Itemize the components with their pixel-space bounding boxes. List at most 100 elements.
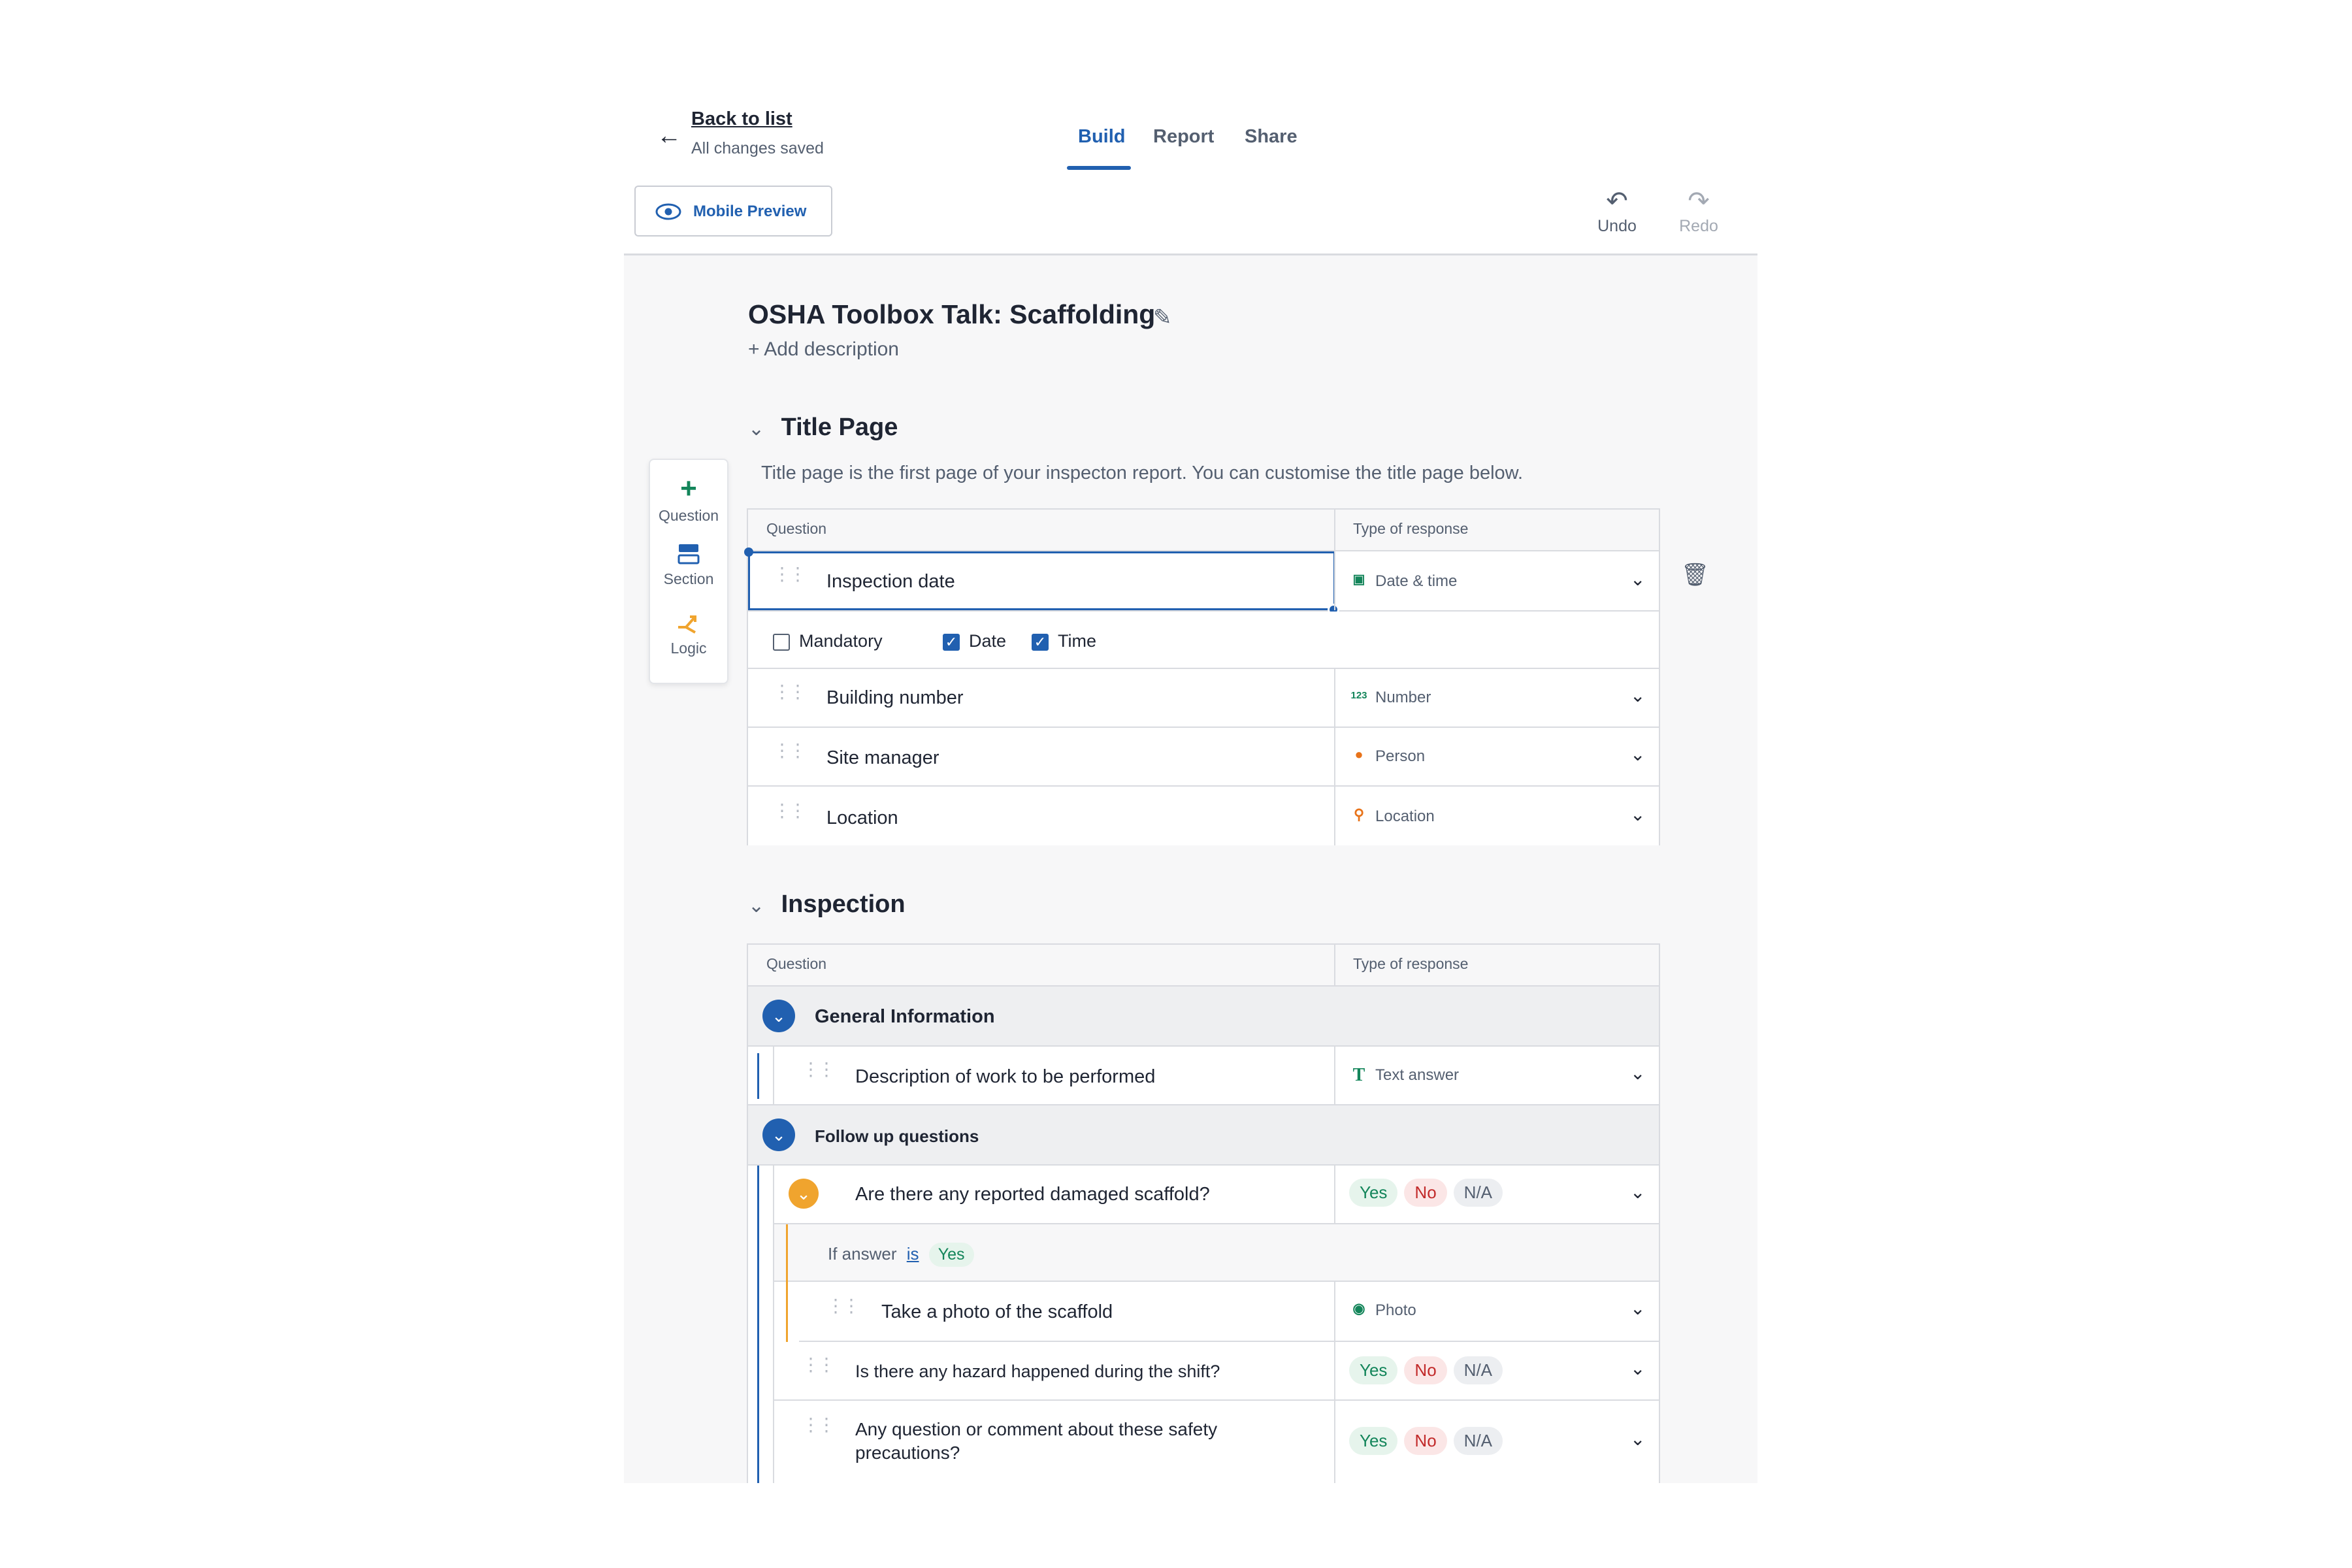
response-type[interactable]: Date & time (1375, 572, 1457, 591)
chip-yes: Yes (1349, 1179, 1398, 1207)
collapse-circle-icon[interactable]: ⌄ (762, 1000, 795, 1032)
add-section-tool[interactable]: Section (650, 542, 727, 588)
col-response: Type of response (1353, 520, 1469, 537)
chevron-down-icon[interactable]: ⌄ (748, 894, 774, 917)
response-chips[interactable]: Yes No N/A (1349, 1179, 1509, 1207)
back-arrow-icon[interactable]: ← (657, 123, 683, 149)
column-divider (1334, 1401, 1335, 1483)
app-window: ← Back to list All changes saved Build R… (624, 77, 1757, 1483)
time-option[interactable]: ✓ Time (1032, 631, 1096, 651)
question-text[interactable]: Location (826, 808, 898, 829)
mandatory-label: Mandatory (799, 631, 883, 651)
chevron-down-icon[interactable]: ⌄ (1630, 1358, 1645, 1379)
inspection-section-header[interactable]: ⌄ Inspection (748, 890, 906, 919)
drag-handle-icon[interactable]: ⋮⋮ (773, 742, 807, 766)
section-icon (678, 544, 700, 564)
text-answer-icon: T (1352, 1065, 1365, 1085)
logic-icon (678, 615, 696, 634)
chevron-down-icon[interactable]: ⌄ (1630, 568, 1645, 590)
subsection-title[interactable]: Follow up questions (815, 1126, 979, 1147)
tab-build[interactable]: Build (1078, 126, 1126, 148)
chip-yes: Yes (1349, 1356, 1398, 1384)
table-row[interactable]: ⋮⋮ Building number 123 Number ⌄ (748, 669, 1659, 728)
drag-handle-icon[interactable]: ⋮⋮ (773, 683, 807, 707)
template-title[interactable]: OSHA Toolbox Talk: Scaffolding (748, 299, 1155, 330)
tab-share[interactable]: Share (1245, 126, 1298, 148)
chevron-down-icon[interactable]: ⌄ (1630, 685, 1645, 706)
table-row[interactable]: ⋮⋮ Site manager ● Person ⌄ (748, 728, 1659, 787)
question-text[interactable]: Description of work to be performed (855, 1066, 1155, 1088)
mandatory-checkbox[interactable] (773, 633, 790, 651)
response-type[interactable]: Photo (1375, 1301, 1416, 1320)
trash-icon[interactable]: 🗑 (1681, 562, 1709, 588)
question-text[interactable]: Any question or comment about these safe… (855, 1418, 1217, 1465)
table-row[interactable]: ⋮⋮ Description of work to be performed T… (748, 1047, 1659, 1105)
question-options-row: Mandatory ✓ Date ✓ Time (748, 612, 1659, 669)
mandatory-option[interactable]: Mandatory (773, 631, 883, 651)
response-type[interactable]: Text answer (1375, 1066, 1459, 1085)
chevron-down-icon[interactable]: ⌄ (1630, 1298, 1645, 1319)
resize-handle[interactable] (744, 547, 753, 557)
add-description-link[interactable]: + Add description (748, 338, 899, 361)
edit-pencil-icon[interactable]: ✎ (1153, 304, 1172, 331)
response-type[interactable]: Person (1375, 747, 1425, 766)
redo-button[interactable]: ↷ Redo (1673, 188, 1725, 236)
mobile-preview-label: Mobile Preview (693, 203, 807, 220)
undo-button[interactable]: ↶ Undo (1591, 188, 1643, 236)
response-type[interactable]: Number (1375, 689, 1431, 707)
logic-operator[interactable]: is (907, 1244, 919, 1264)
table-row[interactable]: ⋮⋮ Any question or comment about these s… (774, 1401, 1659, 1483)
table-row[interactable]: ⋮⋮ Location ⚲ Location ⌄ (748, 787, 1659, 845)
table-row[interactable]: ⋮⋮ Is there any hazard happened during t… (774, 1342, 1659, 1401)
drag-handle-icon[interactable]: ⋮⋮ (802, 1356, 836, 1380)
subsection-title[interactable]: General Information (815, 1006, 995, 1028)
logic-value-chip[interactable]: Yes (928, 1243, 974, 1267)
question-line-2: precautions? (855, 1443, 960, 1463)
subsection-row[interactable]: ⌄ Follow up questions (748, 1105, 1659, 1166)
chevron-down-icon[interactable]: ⌄ (1630, 743, 1645, 765)
table-row[interactable]: ⋮⋮ Inspection date ▣ Date & time ⌄ (744, 547, 1659, 615)
drag-handle-icon[interactable]: ⋮⋮ (826, 1297, 860, 1321)
chip-no: No (1404, 1179, 1447, 1207)
date-checkbox[interactable]: ✓ (943, 633, 960, 651)
question-text[interactable]: Site manager (826, 747, 939, 769)
column-divider (1334, 1342, 1335, 1399)
title-page-section-header[interactable]: ⌄ Title Page (748, 414, 898, 442)
drag-handle-icon[interactable]: ⋮⋮ (773, 802, 807, 826)
table-row[interactable]: ⌄ Are there any reported damaged scaffol… (774, 1166, 1659, 1224)
question-text[interactable]: Inspection date (826, 571, 955, 593)
date-option[interactable]: ✓ Date (943, 631, 1006, 651)
response-chips[interactable]: Yes No N/A (1349, 1356, 1509, 1384)
redo-label: Redo (1679, 217, 1718, 235)
logic-prefix: If answer (828, 1244, 897, 1264)
question-text[interactable]: Building number (826, 687, 964, 709)
chevron-down-icon[interactable]: ⌄ (1630, 1428, 1645, 1450)
logic-expand-icon[interactable]: ⌄ (789, 1179, 819, 1209)
chevron-down-icon[interactable]: ⌄ (1630, 804, 1645, 825)
question-text[interactable]: Are there any reported damaged scaffold? (855, 1184, 1210, 1205)
add-question-tool[interactable]: + Question (650, 474, 727, 525)
col-question: Question (766, 955, 827, 972)
logic-condition-row[interactable]: If answer is Yes (774, 1224, 1659, 1342)
drag-handle-icon[interactable]: ⋮⋮ (802, 1416, 836, 1440)
mobile-preview-button[interactable]: Mobile Preview (634, 186, 832, 237)
time-checkbox[interactable]: ✓ (1032, 633, 1049, 651)
question-text[interactable]: Take a photo of the scaffold (881, 1301, 1113, 1323)
tab-report[interactable]: Report (1153, 126, 1214, 148)
chevron-down-icon[interactable]: ⌄ (1630, 1181, 1645, 1203)
subsection-row[interactable]: ⌄ General Information (748, 987, 1659, 1047)
chevron-down-icon[interactable]: ⌄ (1630, 1062, 1645, 1084)
drag-handle-icon[interactable]: ⋮⋮ (802, 1060, 836, 1085)
table-header: Question Type of response (748, 945, 1659, 987)
add-toolbox: + Question Section Logic (649, 459, 728, 684)
question-text[interactable]: Is there any hazard happened during the … (855, 1362, 1220, 1382)
title-page-description: Title page is the first page of your ins… (761, 463, 1524, 483)
add-logic-tool[interactable]: Logic (650, 612, 727, 657)
back-to-list-link[interactable]: Back to list (691, 108, 792, 130)
response-chips[interactable]: Yes No N/A (1349, 1427, 1509, 1455)
collapse-circle-icon[interactable]: ⌄ (762, 1119, 795, 1151)
chevron-down-icon[interactable]: ⌄ (748, 417, 774, 440)
drag-handle-icon[interactable]: ⋮⋮ (773, 565, 807, 589)
table-row[interactable]: ⋮⋮ Take a photo of the scaffold ◉ Photo … (799, 1282, 1659, 1342)
response-type[interactable]: Location (1375, 808, 1435, 826)
